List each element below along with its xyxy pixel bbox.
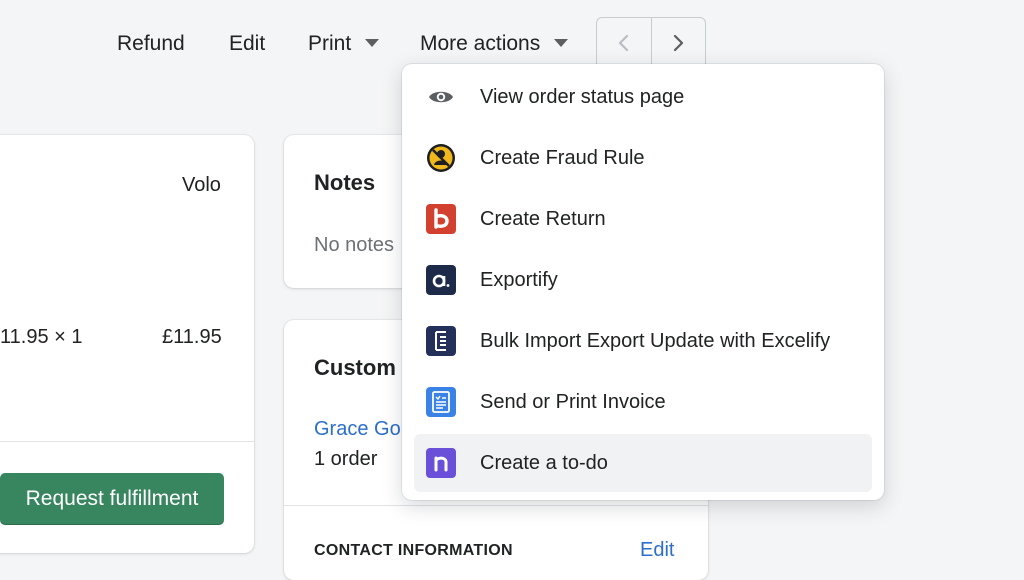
eye-icon — [426, 82, 456, 112]
more-actions-button[interactable]: More actions — [420, 28, 569, 60]
chevron-right-icon — [674, 34, 684, 52]
previous-order-button[interactable] — [597, 18, 652, 68]
menu-item-label: Create a to-do — [480, 451, 608, 474]
card-divider — [0, 441, 254, 442]
next-order-button[interactable] — [652, 18, 706, 68]
menu-item-excelify[interactable]: Bulk Import Export Update with Excelify — [414, 312, 872, 370]
notes-title: Notes — [314, 170, 376, 195]
item-price-quantity: 11.95 × 1 — [0, 326, 83, 348]
excelify-icon — [426, 326, 456, 356]
customer-order-count: 1 order — [314, 448, 378, 470]
card-divider — [284, 505, 708, 506]
todo-app-icon — [426, 448, 456, 478]
invoice-icon — [426, 387, 456, 417]
menu-item-send-print-invoice[interactable]: Send or Print Invoice — [414, 373, 872, 431]
request-fulfillment-button[interactable]: Request fulfillment — [0, 473, 224, 525]
item-line-total: £11.95 — [162, 326, 222, 348]
menu-item-create-fraud-rule[interactable]: Create Fraud Rule — [414, 129, 872, 187]
menu-item-label: Bulk Import Export Update with Excelify — [480, 329, 831, 352]
menu-item-create-return[interactable]: Create Return — [414, 190, 872, 248]
return-app-icon — [426, 204, 456, 234]
menu-item-label: Exportify — [480, 268, 558, 291]
more-actions-label: More actions — [420, 32, 541, 55]
contact-information-heading: CONTACT INFORMATION — [314, 542, 513, 559]
notes-empty-text: No notes — [314, 234, 395, 256]
menu-item-create-todo[interactable]: Create a to-do — [414, 434, 872, 492]
chevron-down-icon — [365, 38, 380, 47]
chevron-down-icon — [554, 38, 569, 47]
vendor-name: Volo — [182, 174, 221, 196]
print-label: Print — [308, 32, 352, 55]
order-pagination — [596, 17, 706, 69]
refund-button[interactable]: Refund — [117, 28, 185, 60]
print-button[interactable]: Print — [308, 28, 380, 60]
more-actions-menu: View order status page Create Fraud Rule… — [402, 64, 884, 500]
contact-edit-link[interactable]: Edit — [640, 539, 674, 562]
menu-item-label: View order status page — [480, 85, 685, 108]
menu-item-label: Create Fraud Rule — [480, 146, 645, 169]
menu-item-view-order-status[interactable]: View order status page — [414, 68, 872, 126]
edit-button[interactable]: Edit — [229, 28, 265, 60]
menu-item-label: Send or Print Invoice — [480, 390, 666, 413]
chevron-left-icon — [618, 34, 628, 52]
customer-name-link[interactable]: Grace Go — [314, 418, 401, 441]
exportify-icon — [426, 265, 456, 295]
customer-title: Custom — [314, 355, 396, 380]
fraud-rule-icon — [426, 143, 456, 173]
menu-item-exportify[interactable]: Exportify — [414, 251, 872, 309]
menu-item-label: Create Return — [480, 207, 606, 230]
